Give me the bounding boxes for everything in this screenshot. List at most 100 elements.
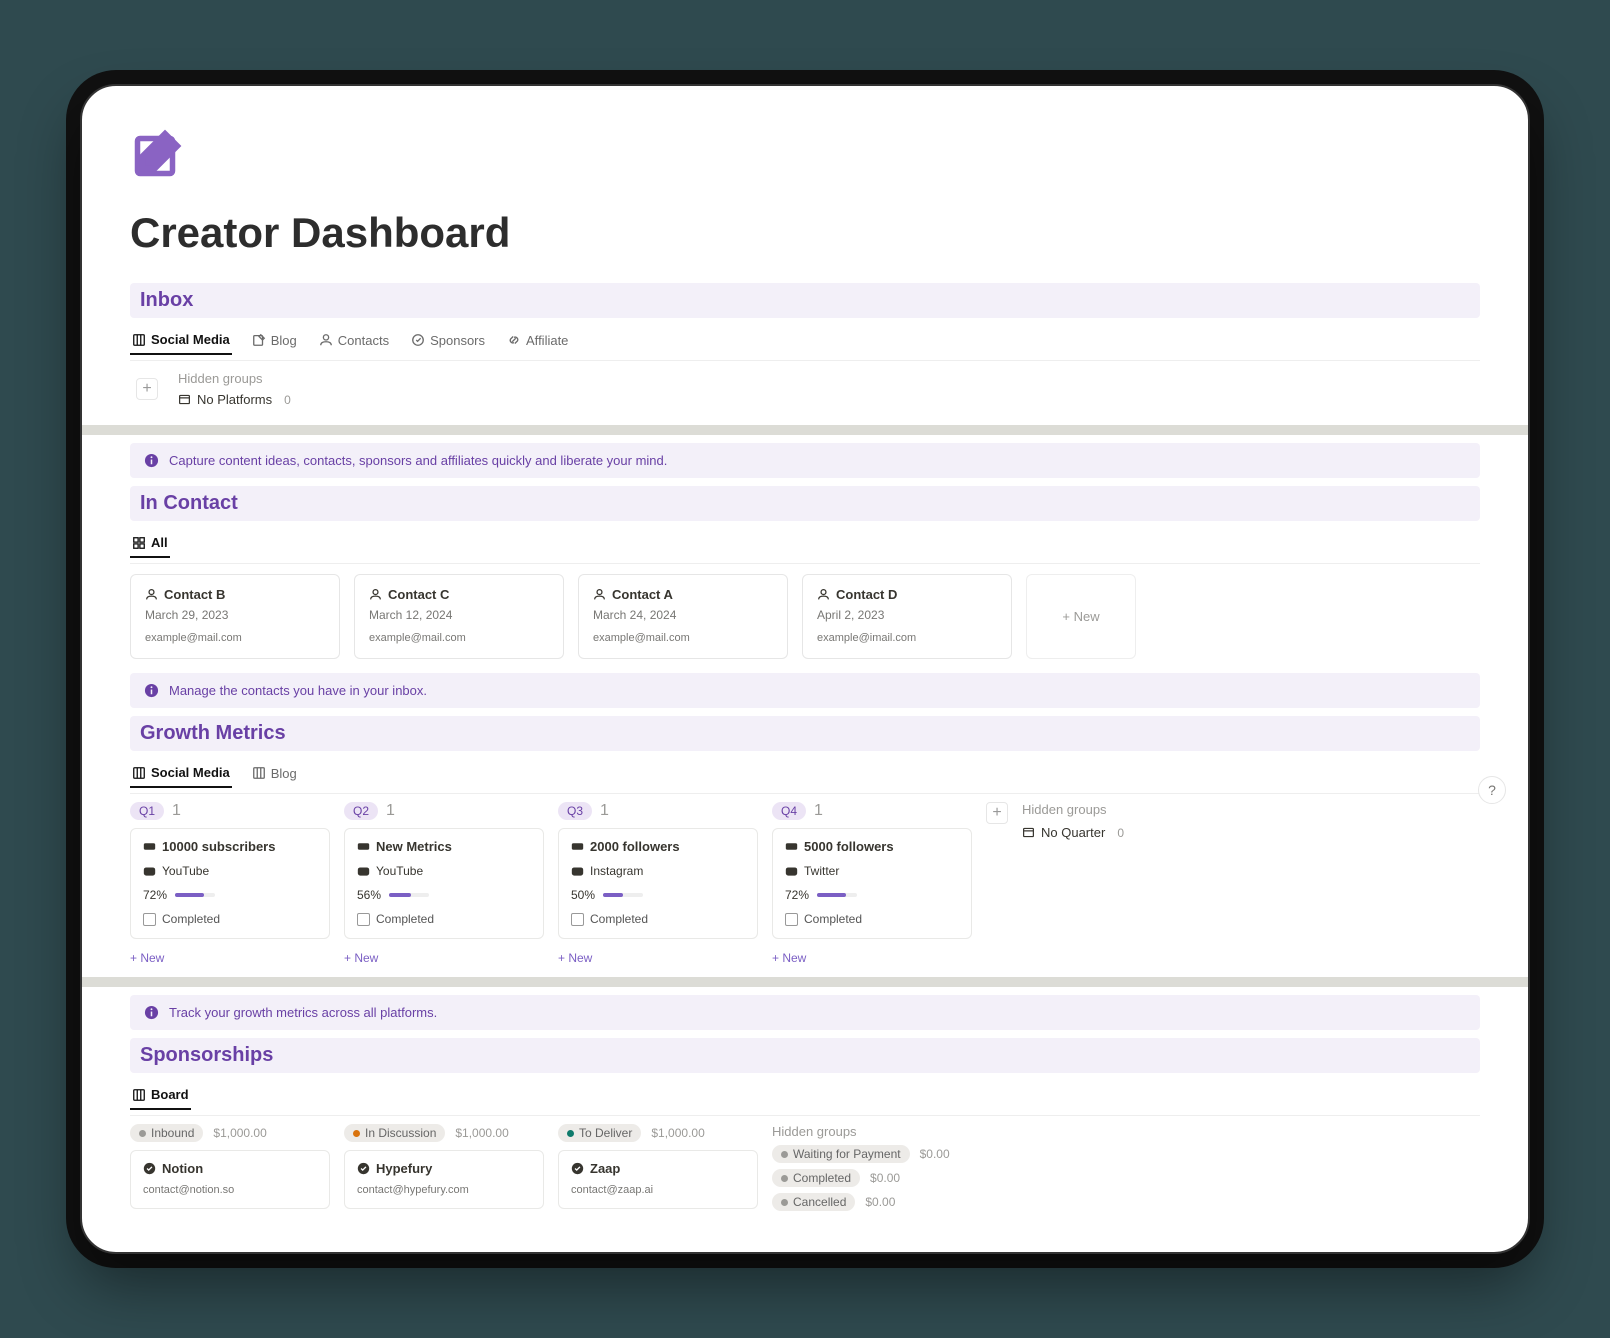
info-text: Manage the contacts you have in your inb… xyxy=(169,683,427,698)
add-group-button[interactable]: + xyxy=(136,378,158,400)
growth-column: Q1 1 10000 subscribers YouTube 72% xyxy=(130,802,330,969)
tab-all[interactable]: All xyxy=(130,531,170,558)
contacts-tabs: All xyxy=(130,525,1480,564)
tab-label: Blog xyxy=(271,766,297,781)
goal-title: 10000 subscribers xyxy=(162,839,275,854)
status-pill: Waiting for Payment xyxy=(772,1145,910,1163)
page-content: Creator Dashboard Inbox Social Media Blo… xyxy=(82,126,1528,1217)
sponsor-card[interactable]: Zaap contact@zaap.ai xyxy=(558,1150,758,1209)
tab-label: All xyxy=(151,535,168,550)
growth-card[interactable]: 2000 followers Instagram 50% Completed xyxy=(558,828,758,939)
sponsor-name: Hypefury xyxy=(376,1161,432,1176)
new-contact-button[interactable]: + New xyxy=(1026,574,1136,659)
platform-icon xyxy=(785,865,798,878)
completed-label: Completed xyxy=(162,912,220,926)
tab-label: Sponsors xyxy=(430,333,485,348)
status-pill[interactable]: To Deliver xyxy=(558,1124,641,1142)
new-card-button[interactable]: + New xyxy=(344,947,544,969)
platform-icon xyxy=(571,865,584,878)
sponsorships-tabs: Board xyxy=(130,1077,1480,1116)
tab-sponsors[interactable]: Sponsors xyxy=(409,328,487,354)
progress-label: 50% xyxy=(571,888,595,902)
completed-checkbox[interactable] xyxy=(571,913,584,926)
hidden-groups-label: Hidden groups xyxy=(1022,802,1124,817)
growth-card[interactable]: 5000 followers Twitter 72% Completed xyxy=(772,828,972,939)
amount: $0.00 xyxy=(870,1171,900,1185)
completed-checkbox[interactable] xyxy=(357,913,370,926)
sponsor-email: contact@notion.so xyxy=(143,1184,317,1196)
quarter-pill[interactable]: Q4 xyxy=(772,802,806,820)
progress-label: 72% xyxy=(785,888,809,902)
completed-checkbox[interactable] xyxy=(143,913,156,926)
progress-bar xyxy=(603,893,643,897)
amount: $1,000.00 xyxy=(455,1126,508,1140)
contact-card[interactable]: Contact A March 24, 2024 example@mail.co… xyxy=(578,574,788,659)
sponsorships-heading: Sponsorships xyxy=(140,1044,1470,1067)
amount: $1,000.00 xyxy=(651,1126,704,1140)
sponsor-card[interactable]: Hypefury contact@hypefury.com xyxy=(344,1150,544,1209)
info-icon xyxy=(144,453,159,468)
card-icon xyxy=(785,840,798,853)
add-column-button[interactable]: + xyxy=(986,802,1008,824)
link-icon xyxy=(507,333,521,347)
count: 1 xyxy=(600,802,609,820)
tab-social-media[interactable]: Social Media xyxy=(130,328,232,355)
tab-label: Board xyxy=(151,1087,189,1102)
growth-header: Growth Metrics xyxy=(130,716,1480,751)
empty-icon xyxy=(1022,826,1035,839)
tab-growth-blog[interactable]: Blog xyxy=(250,761,299,787)
progress-bar xyxy=(175,893,215,897)
hidden-group-row[interactable]: Waiting for Payment $0.00 xyxy=(772,1145,950,1163)
hidden-group-row[interactable]: Cancelled $0.00 xyxy=(772,1193,950,1211)
tab-blog[interactable]: Blog xyxy=(250,328,299,354)
badge-icon xyxy=(411,333,425,347)
quarter-pill[interactable]: Q1 xyxy=(130,802,164,820)
no-quarter-group[interactable]: No Quarter 0 xyxy=(1022,825,1124,840)
quarter-pill[interactable]: Q3 xyxy=(558,802,592,820)
new-card-button[interactable]: + New xyxy=(772,947,972,969)
status-pill[interactable]: Inbound xyxy=(130,1124,203,1142)
sponsorship-column: To Deliver $1,000.00 Zaap contact@zaap.a… xyxy=(558,1124,758,1217)
no-platforms-group[interactable]: No Platforms 0 xyxy=(178,392,291,407)
growth-heading: Growth Metrics xyxy=(140,722,1470,745)
contact-card[interactable]: Contact C March 12, 2024 example@mail.co… xyxy=(354,574,564,659)
completed-label: Completed xyxy=(590,912,648,926)
platform-icon xyxy=(357,865,370,878)
progress-label: 72% xyxy=(143,888,167,902)
tab-contacts[interactable]: Contacts xyxy=(317,328,391,354)
sponsorships-board: Inbound $1,000.00 Notion contact@notion.… xyxy=(130,1116,1480,1217)
tab-affiliate[interactable]: Affiliate xyxy=(505,328,570,354)
sponsor-email: contact@hypefury.com xyxy=(357,1184,531,1196)
contact-card[interactable]: Contact D April 2, 2023 example@imail.co… xyxy=(802,574,1012,659)
sponsorships-header: Sponsorships xyxy=(130,1038,1480,1073)
completed-label: Completed xyxy=(804,912,862,926)
completed-label: Completed xyxy=(376,912,434,926)
empty-icon xyxy=(178,393,191,406)
tab-label: Blog xyxy=(271,333,297,348)
person-icon xyxy=(319,333,333,347)
goal-title: 2000 followers xyxy=(590,839,680,854)
tab-board[interactable]: Board xyxy=(130,1083,191,1110)
sponsor-card[interactable]: Notion contact@notion.so xyxy=(130,1150,330,1209)
growth-card[interactable]: New Metrics YouTube 56% Completed xyxy=(344,828,544,939)
help-button[interactable]: ? xyxy=(1478,776,1506,804)
status-pill[interactable]: In Discussion xyxy=(344,1124,445,1142)
contacts-heading: In Contact xyxy=(140,492,1470,515)
inbox-info: Capture content ideas, contacts, sponsor… xyxy=(130,443,1480,478)
platform-icon xyxy=(143,865,156,878)
tab-growth-social[interactable]: Social Media xyxy=(130,761,232,788)
growth-card[interactable]: 10000 subscribers YouTube 72% Completed xyxy=(130,828,330,939)
amount: $1,000.00 xyxy=(213,1126,266,1140)
board-icon xyxy=(252,766,266,780)
completed-checkbox[interactable] xyxy=(785,913,798,926)
hidden-group-row[interactable]: Completed $0.00 xyxy=(772,1169,950,1187)
contacts-header: In Contact xyxy=(130,486,1480,521)
new-card-button[interactable]: + New xyxy=(130,947,330,969)
quarter-pill[interactable]: Q2 xyxy=(344,802,378,820)
new-card-button[interactable]: + New xyxy=(558,947,758,969)
tablet-frame: Creator Dashboard Inbox Social Media Blo… xyxy=(80,84,1530,1254)
compose-icon xyxy=(130,126,190,186)
contact-card[interactable]: Contact B March 29, 2023 example@mail.co… xyxy=(130,574,340,659)
info-text: Capture content ideas, contacts, sponsor… xyxy=(169,453,667,468)
tab-label: Affiliate xyxy=(526,333,568,348)
